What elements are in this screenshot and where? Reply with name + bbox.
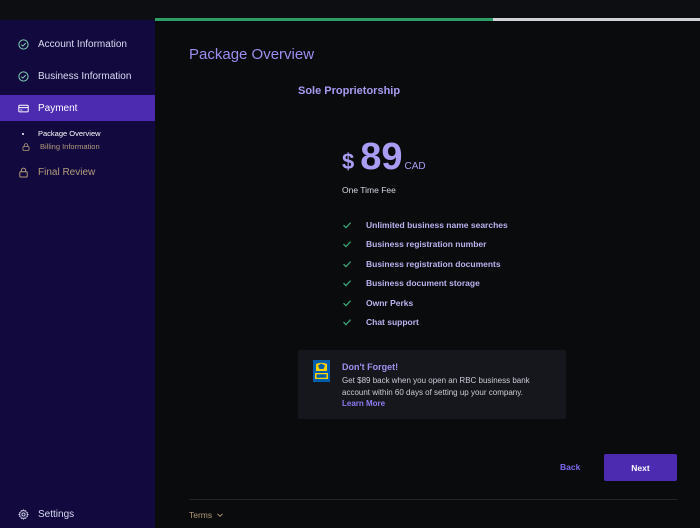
currency-code: CAD xyxy=(404,161,426,172)
lock-icon xyxy=(22,142,30,151)
next-button[interactable]: Next xyxy=(604,454,677,481)
terms-label: Terms xyxy=(189,510,213,520)
sidebar-subitem-label: Package Overview xyxy=(38,129,101,138)
back-button[interactable]: Back xyxy=(560,462,580,472)
page-title: Package Overview xyxy=(189,46,315,63)
currency-symbol: $ xyxy=(342,149,355,174)
feature-label: Business registration number xyxy=(366,239,487,250)
top-bar xyxy=(0,0,700,20)
footer-divider xyxy=(189,499,677,500)
learn-more-link[interactable]: Learn More xyxy=(342,399,385,408)
check-icon xyxy=(342,259,352,269)
sidebar: Account Information Business Information… xyxy=(0,20,155,528)
gear-icon xyxy=(18,508,29,520)
sidebar-subitem-label: Billing Information xyxy=(40,142,100,151)
sidebar-item-label: Business Information xyxy=(38,70,132,82)
sidebar-item-account-information[interactable]: Account Information xyxy=(0,31,155,57)
feature-item: Business registration documents xyxy=(342,254,508,274)
check-icon xyxy=(342,239,352,249)
check-icon xyxy=(342,278,352,288)
settings-link[interactable]: Settings xyxy=(0,501,155,527)
feature-item: Business registration number xyxy=(342,235,508,255)
feature-item: Business document storage xyxy=(342,274,508,294)
feature-item: Unlimited business name searches xyxy=(342,215,508,235)
feature-label: Business document storage xyxy=(366,278,480,289)
sidebar-subitem-package-overview[interactable]: Package Overview xyxy=(22,129,101,138)
feature-label: Chat support xyxy=(366,317,419,328)
plan-name: Sole Proprietorship xyxy=(298,85,401,97)
chevron-down-icon xyxy=(216,511,224,519)
progress-bar-fill xyxy=(155,18,493,21)
sidebar-item-business-information[interactable]: Business Information xyxy=(0,63,155,89)
sidebar-subitem-billing-information[interactable]: Billing Information xyxy=(22,142,100,151)
progress-bar xyxy=(155,18,700,21)
check-icon xyxy=(342,220,352,230)
check-circle-icon xyxy=(18,38,29,50)
feature-item: Ownr Perks xyxy=(342,293,508,313)
lock-icon xyxy=(18,167,29,178)
bullet-icon xyxy=(22,132,24,135)
feature-label: Business registration documents xyxy=(366,258,501,269)
sidebar-item-label: Final Review xyxy=(38,166,96,178)
price-amount: 89 xyxy=(360,136,403,178)
promo-title: Don't Forget! xyxy=(342,362,399,372)
check-icon xyxy=(342,317,352,327)
fee-label: One Time Fee xyxy=(342,185,396,195)
check-circle-icon xyxy=(18,70,29,82)
feature-list: Unlimited business name searches Busines… xyxy=(342,215,508,332)
sidebar-item-label: Payment xyxy=(38,102,78,114)
feature-label: Ownr Perks xyxy=(366,297,414,308)
sidebar-item-payment[interactable]: Payment xyxy=(0,95,155,121)
feature-item: Chat support xyxy=(342,313,508,333)
feature-label: Unlimited business name searches xyxy=(366,219,508,230)
rbc-logo-icon xyxy=(313,360,330,382)
check-icon xyxy=(342,298,352,308)
promo-card: Don't Forget! Get $89 back when you open… xyxy=(298,350,566,419)
terms-dropdown[interactable]: Terms xyxy=(189,510,224,520)
sidebar-item-label: Account Information xyxy=(38,38,127,50)
settings-label: Settings xyxy=(38,508,75,520)
sidebar-item-final-review[interactable]: Final Review xyxy=(0,159,155,185)
promo-body: Get $89 back when you open an RBC busine… xyxy=(342,376,530,397)
price: $ 89 CAD xyxy=(342,138,426,176)
card-icon xyxy=(18,103,29,114)
